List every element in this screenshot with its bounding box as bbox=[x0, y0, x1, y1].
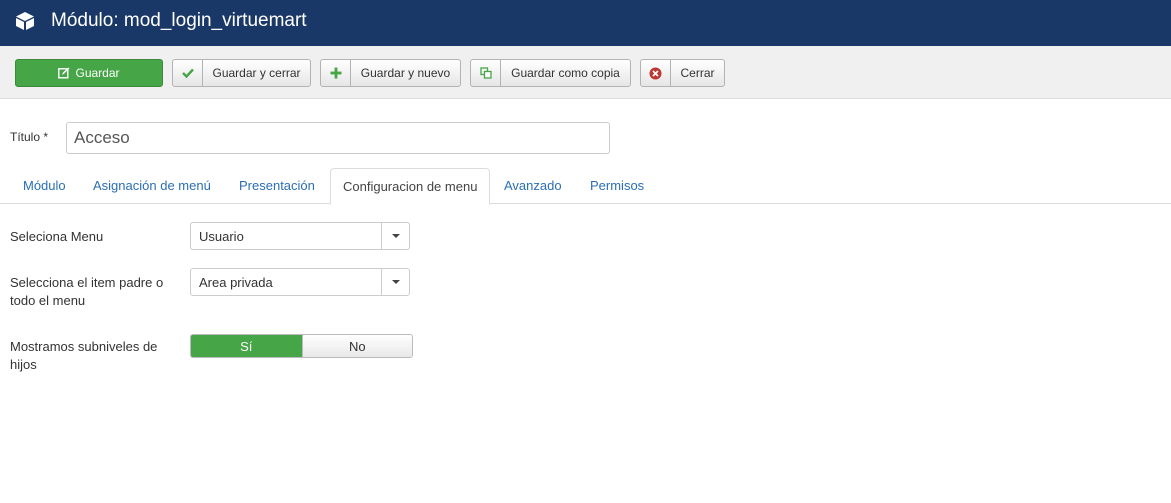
save-copy-label: Guardar como copia bbox=[511, 66, 620, 80]
parent-label: Selecciona el item padre o todo el menu bbox=[10, 275, 164, 308]
save-new-button[interactable]: Guardar y nuevo bbox=[320, 59, 461, 87]
save-copy-button[interactable]: Guardar como copia bbox=[470, 59, 631, 87]
sublevels-toggle: Sí No bbox=[190, 334, 413, 358]
page-title: Módulo: mod_login_virtuemart bbox=[51, 10, 307, 31]
tab-permissions[interactable]: Permisos bbox=[578, 168, 656, 204]
title-label: Título * bbox=[10, 130, 49, 144]
tab-menu-assignment[interactable]: Asignación de menú bbox=[81, 168, 223, 204]
toolbar: Guardar Guardar y cerrar Guardar y nuevo… bbox=[0, 46, 1171, 99]
menu-select[interactable]: Usuario bbox=[190, 222, 410, 250]
tab-bar: Módulo Asignación de menú Presentación C… bbox=[0, 168, 1171, 205]
sublevels-label: Mostramos subniveles de hijos bbox=[10, 339, 158, 372]
title-input[interactable] bbox=[66, 122, 610, 154]
menu-label: Seleciona Menu bbox=[10, 229, 104, 244]
chevron-down-icon bbox=[381, 269, 409, 295]
save-new-label: Guardar y nuevo bbox=[360, 66, 451, 80]
save-button[interactable]: Guardar bbox=[15, 59, 163, 87]
check-icon bbox=[173, 60, 203, 86]
tab-presentation[interactable]: Presentación bbox=[227, 168, 327, 204]
tab-menu-config[interactable]: Configuracion de menu bbox=[330, 168, 491, 205]
cube-icon bbox=[16, 12, 34, 30]
sublevels-no-option[interactable]: No bbox=[301, 335, 412, 357]
save-close-button[interactable]: Guardar y cerrar bbox=[172, 59, 311, 87]
parent-select-value: Area privada bbox=[199, 274, 273, 290]
copy-icon bbox=[471, 60, 501, 86]
save-close-label: Guardar y cerrar bbox=[212, 66, 301, 80]
tab-advanced[interactable]: Avanzado bbox=[492, 168, 574, 204]
plus-icon bbox=[321, 60, 351, 86]
tab-modulo[interactable]: Módulo bbox=[11, 168, 78, 204]
close-label: Cerrar bbox=[680, 66, 715, 80]
close-icon bbox=[641, 60, 671, 86]
app-header: Módulo: mod_login_virtuemart bbox=[0, 0, 1171, 46]
edit-icon bbox=[58, 60, 70, 86]
parent-select[interactable]: Area privada bbox=[190, 268, 410, 296]
chevron-down-icon bbox=[381, 223, 409, 249]
close-button[interactable]: Cerrar bbox=[640, 59, 725, 87]
save-label: Guardar bbox=[75, 66, 120, 80]
menu-select-value: Usuario bbox=[199, 228, 244, 244]
sublevels-yes-option[interactable]: Sí bbox=[191, 335, 302, 357]
